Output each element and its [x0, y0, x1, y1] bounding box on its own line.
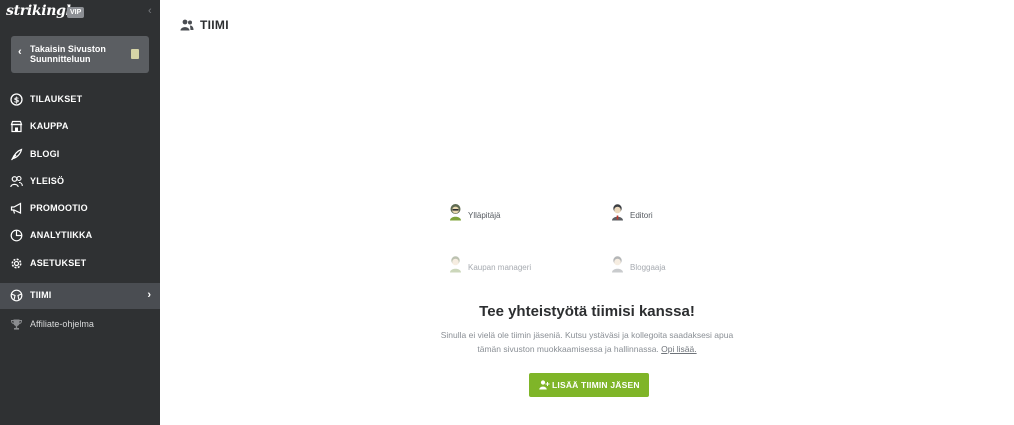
back-to-editor-label: Takaisin Sivuston Suunnitteluun — [30, 44, 106, 64]
gear-icon — [11, 258, 22, 269]
sidebar-item-label: Affiliate-ohjelma — [30, 319, 94, 329]
team-users-icon — [180, 19, 194, 31]
sidebar-item-promootio[interactable]: PROMOOTIO — [0, 197, 160, 221]
sidebar-item-affiliate[interactable]: Affiliate-ohjelma — [0, 313, 160, 337]
sidebar-item-tilaukset[interactable]: $ TILAUKSET — [0, 88, 160, 112]
learn-more-link[interactable]: Opi lisää. — [661, 344, 696, 354]
quill-icon — [11, 148, 23, 161]
sidebar-item-label: PROMOOTIO — [30, 203, 88, 213]
document-icon — [131, 49, 139, 59]
sidebar-item-label: ASETUKSET — [30, 258, 87, 268]
collapse-sidebar-icon[interactable]: ‹ — [148, 5, 152, 17]
description-line-1: Sinulla ei vielä ole tiimin jäseniä. Kut… — [440, 330, 734, 340]
sidebar-item-kauppa[interactable]: KAUPPA — [0, 115, 160, 139]
sidebar-item-label: ANALYTIIKKA — [30, 230, 93, 240]
add-team-member-label: LISÄÄ TIIMIN JÄSEN — [552, 380, 640, 390]
empty-state-headline: Tee yhteistyötä tiimisi kanssa! — [479, 303, 695, 320]
sidebar-item-label: TIIMI — [30, 290, 52, 300]
blogger-avatar-icon — [612, 256, 623, 273]
sidebar-item-label: TILAUKSET — [30, 94, 83, 104]
page-title: TIIMI — [200, 18, 229, 32]
description-line-2: tämän sivuston muokkaamisessa ja hallinn… — [477, 344, 659, 354]
dollar-circle-icon: $ — [10, 93, 23, 106]
back-to-editor-button[interactable]: ‹ Takaisin Sivuston Suunnitteluun — [11, 36, 149, 73]
editor-avatar-icon — [612, 204, 623, 221]
admin-avatar-icon — [450, 204, 461, 221]
store-manager-avatar-icon — [450, 256, 461, 273]
sidebar-item-label: KAUPPA — [30, 121, 69, 131]
empty-state-description: Sinulla ei vielä ole tiimin jäseniä. Kut… — [409, 328, 765, 356]
add-user-icon — [539, 380, 550, 390]
main-content: TIIMI Ylläpitäjä Editori Kaupan manageri… — [160, 0, 1014, 425]
vip-badge: VIP — [67, 7, 85, 18]
svg-text:$: $ — [14, 96, 20, 105]
sidebar-item-asetukset[interactable]: ASETUKSET — [0, 252, 160, 276]
role-label: Bloggaaja — [630, 263, 666, 272]
sidebar-item-analytiikka[interactable]: ANALYTIIKKA — [0, 224, 160, 248]
sidebar: strikingly VIP ‹ ‹ Takaisin Sivuston Suu… — [0, 0, 160, 425]
sidebar-header: strikingly VIP ‹ — [0, 0, 160, 26]
people-icon — [10, 175, 23, 188]
sidebar-item-tiimi[interactable]: TIIMI › — [0, 283, 160, 309]
pie-chart-icon — [10, 229, 23, 242]
chevron-right-icon: › — [147, 289, 151, 301]
megaphone-icon — [10, 202, 22, 214]
app-root: strikingly VIP ‹ ‹ Takaisin Sivuston Suu… — [0, 0, 1014, 425]
sidebar-item-label: BLOGI — [30, 149, 60, 159]
role-label: Editori — [630, 211, 653, 220]
store-icon — [10, 120, 23, 133]
sidebar-item-label: YLEISÖ — [30, 176, 65, 186]
role-label: Kaupan manageri — [468, 263, 532, 272]
chevron-left-icon: ‹ — [18, 46, 22, 58]
trophy-icon — [10, 319, 23, 330]
sidebar-item-blogi[interactable]: BLOGI — [0, 143, 160, 167]
add-team-member-button[interactable]: LISÄÄ TIIMIN JÄSEN — [529, 373, 649, 397]
role-label: Ylläpitäjä — [468, 211, 501, 220]
sidebar-item-yleiso[interactable]: YLEISÖ — [0, 170, 160, 194]
team-icon — [10, 289, 23, 302]
